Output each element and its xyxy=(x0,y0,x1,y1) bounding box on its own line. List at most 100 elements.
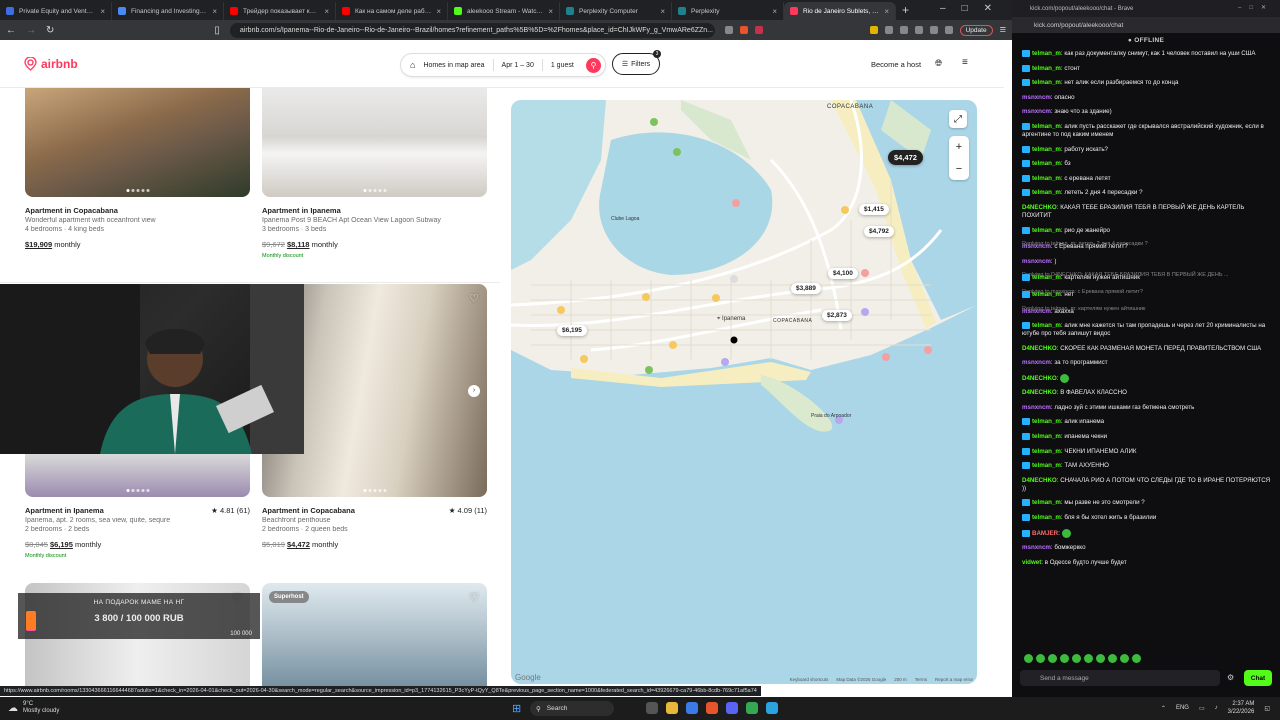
listing-card[interactable]: Superhost ♡ xyxy=(262,583,487,688)
chat-username[interactable]: telman_m xyxy=(1032,462,1061,469)
map-price-pin[interactable]: $4,100 xyxy=(828,268,858,279)
chat-username[interactable]: telman_m xyxy=(1032,227,1061,234)
browser-tab[interactable]: Perplexity × xyxy=(672,2,784,20)
listing-photo[interactable] xyxy=(262,88,487,197)
minimize-icon[interactable]: – xyxy=(940,3,946,14)
chat-username[interactable]: msnxncm xyxy=(1022,544,1051,551)
map-price-pin[interactable]: $6,195 xyxy=(557,325,587,336)
chat-username[interactable]: telman_m xyxy=(1032,190,1061,197)
wishlist-heart-icon[interactable]: ♡ xyxy=(469,591,479,604)
chat-username[interactable]: D4NECHKO xyxy=(1022,204,1057,211)
network-icon[interactable]: ▭ xyxy=(1199,705,1205,712)
bookmark-icon[interactable]: ▯ xyxy=(214,25,220,36)
browser-tab[interactable]: Как на самом деле работает И... × xyxy=(336,2,448,20)
back-icon[interactable]: ← xyxy=(6,25,16,36)
chat-username[interactable]: telman_m xyxy=(1032,175,1061,182)
update-button[interactable]: Update xyxy=(959,24,993,36)
map-price-pin-selected[interactable]: $4,472 xyxy=(888,150,923,165)
extension-icon[interactable] xyxy=(914,26,923,34)
browser-tab[interactable]: Private Equity and Venture Capi... × xyxy=(0,2,112,20)
chat-username[interactable]: BAMJER xyxy=(1032,530,1058,537)
emote-icon[interactable] xyxy=(1108,654,1117,663)
map-price-pin[interactable]: $1,415 xyxy=(859,204,889,215)
search-icon[interactable]: ⚲ xyxy=(586,57,601,73)
chrome-icon[interactable] xyxy=(746,702,758,714)
chat-username[interactable]: telman_m xyxy=(1032,146,1061,153)
airbnb-logo[interactable]: airbnb xyxy=(24,57,78,71)
tab-close-icon[interactable]: × xyxy=(324,7,329,16)
mail-icon[interactable] xyxy=(686,702,698,714)
brave-icon[interactable] xyxy=(706,702,718,714)
maximize-icon[interactable]: □ xyxy=(962,3,968,14)
browser-tab[interactable]: aleekooo Stream - Watch Live o... × xyxy=(448,2,560,20)
chat-username[interactable]: telman_m xyxy=(1032,65,1061,72)
chat-username[interactable]: D4NECHKO xyxy=(1022,375,1057,382)
taskbar-search[interactable]: ⚲ Search xyxy=(530,701,614,716)
chat-send-button[interactable]: Chat xyxy=(1244,670,1272,686)
url-input[interactable]: airbnb.com/s/Ipanema--Rio-de-Janeiro--Ri… xyxy=(229,22,715,38)
emote-icon[interactable] xyxy=(1096,654,1105,663)
chat-username[interactable]: telman_m xyxy=(1032,418,1061,425)
chat-username[interactable]: telman_m xyxy=(1032,123,1061,130)
filters-button[interactable]: ☰ Filters 3 xyxy=(612,50,661,75)
listing-card[interactable]: Apartment in Ipanema Ipanema Post 9 BEAC… xyxy=(262,88,487,259)
new-tab-icon[interactable]: + xyxy=(902,3,909,17)
tab-close-icon[interactable]: × xyxy=(212,7,217,16)
tray-chevron-icon[interactable]: ⌃ xyxy=(1161,705,1166,712)
search-dates[interactable]: Apr 1 – 30 xyxy=(502,62,534,69)
wishlist-heart-icon[interactable]: ♡ xyxy=(469,292,479,305)
map-price-pin[interactable]: $4,792 xyxy=(864,226,894,237)
map-footer-link[interactable]: Terms xyxy=(915,677,927,682)
reload-icon[interactable]: ↻ xyxy=(46,25,54,36)
language-indicator[interactable]: ENG xyxy=(1176,705,1189,711)
forward-icon[interactable]: → xyxy=(26,25,36,36)
tab-close-icon[interactable]: × xyxy=(436,7,441,16)
tab-close-icon[interactable]: × xyxy=(884,7,889,16)
chat-username[interactable]: msnxncm xyxy=(1022,258,1051,265)
browser-tab[interactable]: Rio de Janeiro Sublets, Short... × xyxy=(784,2,896,20)
notification-icon[interactable]: ◱ xyxy=(1264,705,1270,712)
search-location[interactable]: Homes in map area xyxy=(423,62,484,69)
search-bar[interactable]: ⌂ Homes in map area Apr 1 – 30 1 guest ⚲ xyxy=(400,53,606,77)
browser-tab[interactable]: Perplexity Computer × xyxy=(560,2,672,20)
chat-username[interactable]: telman_m xyxy=(1032,160,1061,167)
emote-icon[interactable] xyxy=(1084,654,1093,663)
chat-username[interactable]: D4NECHKO xyxy=(1022,345,1057,352)
app-icon[interactable] xyxy=(726,702,738,714)
hamburger-menu-icon[interactable]: ≡ xyxy=(962,57,968,68)
listing-photo[interactable]: Superhost ♡ xyxy=(262,583,487,688)
emote-icon[interactable] xyxy=(1036,654,1045,663)
chat-username[interactable]: telman_m xyxy=(1032,274,1061,281)
share-icon[interactable] xyxy=(724,26,733,34)
chat-username[interactable]: msnxncm xyxy=(1022,404,1051,411)
zoom-in-icon[interactable]: + xyxy=(956,141,962,153)
chat-username[interactable]: msnxncm xyxy=(1022,94,1051,101)
expand-map-icon[interactable]: ⤢ xyxy=(949,110,967,128)
chat-url-bar[interactable]: kick.com/popout/aleekooo/chat xyxy=(1012,17,1280,33)
telegram-icon[interactable] xyxy=(766,702,778,714)
next-photo-icon[interactable]: › xyxy=(468,384,480,397)
volume-icon[interactable]: ♪ xyxy=(1215,705,1218,711)
gear-icon[interactable]: ⚙ xyxy=(1227,673,1234,682)
chat-username[interactable]: telman_m xyxy=(1032,50,1061,57)
chat-username[interactable]: telman_m xyxy=(1032,291,1061,298)
extension-icon[interactable] xyxy=(884,26,893,34)
map-price-pin[interactable]: $2,873 xyxy=(822,310,852,321)
chat-username[interactable]: vidwet xyxy=(1022,559,1041,566)
browser-tab[interactable]: Financing and Investing in Infra... × xyxy=(112,2,224,20)
search-guests[interactable]: 1 guest xyxy=(551,62,574,69)
tab-close-icon[interactable]: × xyxy=(548,7,553,16)
menu-icon[interactable]: ≡ xyxy=(1000,24,1006,36)
chat-username[interactable]: telman_m xyxy=(1032,514,1061,521)
listing-card[interactable]: Apartment in Copacabana Wonderful apartm… xyxy=(25,88,250,249)
listing-photo[interactable] xyxy=(25,88,250,197)
tab-close-icon[interactable]: × xyxy=(660,7,665,16)
close-icon[interactable]: ✕ xyxy=(984,3,992,14)
sidebar-icon[interactable] xyxy=(944,26,953,34)
zoom-out-icon[interactable]: − xyxy=(956,163,962,175)
extension-icon[interactable] xyxy=(929,26,938,34)
emote-icon[interactable] xyxy=(1132,654,1141,663)
start-icon[interactable]: ⊞ xyxy=(512,702,521,715)
chat-input[interactable]: Send a message xyxy=(1020,670,1220,686)
extension-icon[interactable] xyxy=(899,26,908,34)
